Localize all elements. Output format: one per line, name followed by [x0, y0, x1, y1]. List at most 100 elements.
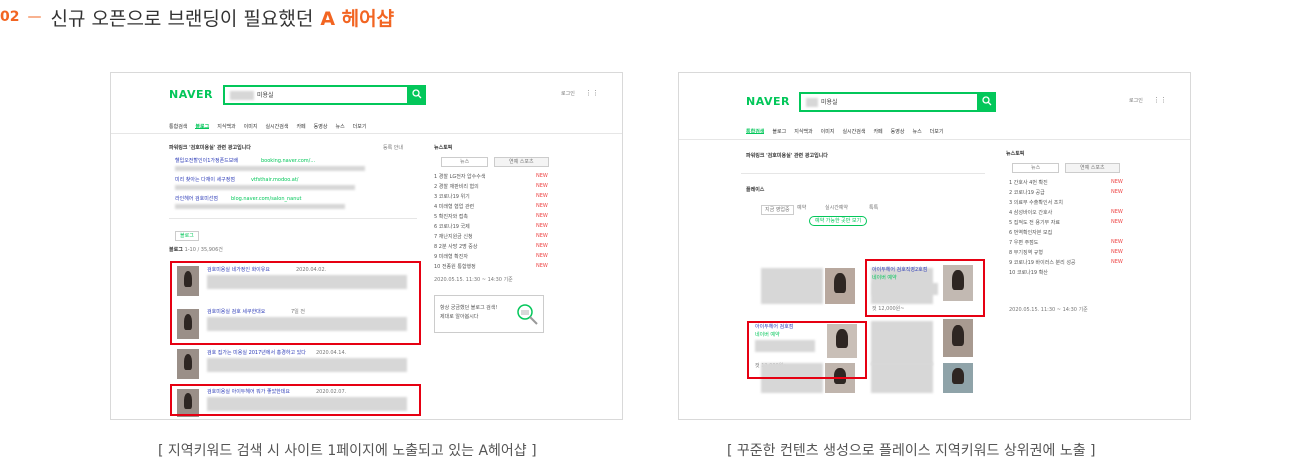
- section-dash: —: [27, 9, 42, 25]
- blog-promo[interactable]: 항상 궁금했던 블로그 검색! 제대로 알아봅시다: [434, 295, 544, 333]
- naver-logo: NAVER: [169, 88, 213, 101]
- login-link[interactable]: 로그인: [561, 91, 575, 97]
- grid-icon[interactable]: ⋮⋮: [585, 90, 599, 97]
- search-tab[interactable]: 지식백과: [217, 123, 235, 130]
- search-tab[interactable]: 더보기: [353, 123, 367, 130]
- search-tab[interactable]: 동영상: [891, 128, 905, 135]
- news-item[interactable]: 1 간호사 4번 확진: [1009, 179, 1048, 186]
- highlight-box: [747, 321, 867, 379]
- search-tab[interactable]: 뉴스: [912, 128, 921, 135]
- new-badge: NEW: [1111, 259, 1123, 265]
- news-item[interactable]: 5 확진자와 접촉: [434, 213, 468, 220]
- new-badge: NEW: [536, 263, 548, 269]
- ad-info-link[interactable]: 등록 안내: [383, 145, 403, 151]
- search-input[interactable]: 미용실: [799, 92, 979, 112]
- news-item[interactable]: 5 집적도 전 용기부 자료: [1009, 219, 1060, 226]
- search-tab[interactable]: 이미지: [821, 128, 835, 135]
- search-tab[interactable]: 통합검색: [746, 128, 765, 135]
- highlight-box: [170, 261, 421, 345]
- news-item[interactable]: 8 무기징역 규형: [1009, 249, 1043, 256]
- news-tab-ent[interactable]: 연예 스포츠: [1065, 163, 1120, 173]
- search-query: 미용실: [257, 92, 274, 99]
- highlight-box: [865, 259, 985, 317]
- new-badge: NEW: [1111, 209, 1123, 215]
- new-badge: NEW: [1111, 249, 1123, 255]
- news-item[interactable]: 7 재난지원금 신청: [434, 233, 473, 240]
- search-tab[interactable]: 블로그: [772, 128, 786, 135]
- search-tab[interactable]: 실시간검색: [265, 123, 288, 130]
- filter-realtime[interactable]: 실시간예약: [825, 205, 848, 211]
- news-item[interactable]: 1 경찰 LG전자 압수수색: [434, 173, 485, 180]
- filter-talk[interactable]: 톡톡: [869, 205, 878, 211]
- news-item[interactable]: 9 미래형 확진자: [434, 253, 468, 260]
- grid-icon[interactable]: ⋮⋮: [1153, 97, 1167, 104]
- new-badge: NEW: [1111, 239, 1123, 245]
- search-tab[interactable]: 이미지: [244, 123, 258, 130]
- news-item[interactable]: 9 코로나19 바이러스 분리 성공: [1009, 259, 1076, 266]
- caption-right: [ 꾸준한 컨텐츠 생성으로 플레이스 지역키워드 상위권에 노출 ]: [727, 443, 1096, 459]
- section-number: 02: [0, 9, 20, 25]
- search-tab[interactable]: 통합검색: [169, 123, 187, 130]
- news-item[interactable]: 10 코로나19 확산: [1009, 269, 1048, 276]
- news-item[interactable]: 2 경찰 재판비리 혐의: [434, 183, 479, 190]
- new-badge: NEW: [536, 233, 548, 239]
- search-tab[interactable]: 카페: [873, 128, 882, 135]
- search-tab[interactable]: 실시간검색: [842, 128, 865, 135]
- search-tab[interactable]: 더보기: [930, 128, 944, 135]
- news-timestamp: 2020.05.15. 11:30 ~ 14:30 기준: [434, 277, 513, 283]
- news-item[interactable]: 6 코로나19 국제: [434, 223, 470, 230]
- filter-reservation[interactable]: 예약: [797, 205, 806, 211]
- news-item[interactable]: 3 의료부 수출확인서 조치: [1009, 199, 1063, 206]
- search-icon: [412, 89, 422, 99]
- place-thumbnail[interactable]: [943, 319, 973, 357]
- news-item[interactable]: 7 우편 주점도: [1009, 239, 1038, 246]
- ad-title-1[interactable]: 헬입오전할인이1가정폰드보배: [175, 158, 238, 164]
- blog-section-tab[interactable]: 블로그: [175, 231, 199, 241]
- search-input[interactable]: 미용실: [223, 85, 409, 105]
- place-thumbnail[interactable]: [943, 363, 973, 393]
- post-title-3[interactable]: 검호 집가는 미용실 2017년에서 홍경하고 있다: [207, 350, 306, 356]
- ad-header: 파워링크 '검호미용실' 관련 광고입니다: [746, 153, 828, 159]
- promo-line-1: 항상 궁금했던 블로그 검색!: [440, 305, 498, 311]
- news-item[interactable]: 4 미래형 협업 관련: [434, 203, 474, 210]
- news-item[interactable]: 6 번역확인자본 모집: [1009, 229, 1052, 236]
- new-badge: NEW: [536, 203, 548, 209]
- news-item[interactable]: 4 삼성바이오 간호사: [1009, 209, 1052, 216]
- highlight-box: [170, 384, 421, 416]
- ad-title-2[interactable]: 미리 찾아는 다재이 세구정점: [175, 177, 235, 183]
- promo-line-2: 제대로 알아봅시다: [440, 314, 479, 320]
- filter-open-now[interactable]: 지금 영업중: [761, 205, 794, 215]
- news-item[interactable]: 8 2분 사망 2명 중상: [434, 243, 478, 250]
- ad-header: 파워링크 '검호미용실' 관련 광고입니다: [169, 145, 251, 151]
- login-link[interactable]: 로그인: [1129, 98, 1143, 104]
- search-tab[interactable]: 카페: [296, 123, 305, 130]
- search-tab[interactable]: 블로그: [195, 123, 210, 130]
- news-tab-news[interactable]: 뉴스: [441, 157, 489, 167]
- place-label: 플레이스: [746, 187, 765, 193]
- magnifier-icon: [517, 304, 538, 325]
- news-item[interactable]: 2 코로나19 공급: [1009, 189, 1045, 196]
- ad-url-1: booking.naver.com/...: [261, 158, 316, 164]
- search-button[interactable]: [978, 92, 996, 112]
- post-thumbnail[interactable]: [177, 349, 199, 379]
- search-tab[interactable]: 지식백과: [794, 128, 812, 135]
- naver-logo: NAVER: [746, 95, 790, 108]
- news-item[interactable]: 3 코로나19 위기: [434, 193, 470, 200]
- search-button[interactable]: [408, 85, 426, 105]
- search-query: 미용실: [821, 99, 838, 106]
- news-item[interactable]: 10 전종원 통합행정: [434, 263, 476, 270]
- new-badge: NEW: [1111, 179, 1123, 185]
- ad-url-3: blog.naver.com/salon_nanut: [231, 196, 302, 202]
- new-badge: NEW: [536, 173, 548, 179]
- search-tab[interactable]: 뉴스: [335, 123, 344, 130]
- news-tab-news[interactable]: 뉴스: [1012, 163, 1060, 173]
- news-tab-ent[interactable]: 연예 스포츠: [494, 157, 549, 167]
- ad-title-3[interactable]: 라인헤어 검호미선점: [175, 196, 218, 202]
- new-badge: NEW: [1111, 189, 1123, 195]
- search-tab[interactable]: 동영상: [314, 123, 328, 130]
- news-header: 뉴스토픽: [434, 145, 453, 151]
- search-tabs: 통합검색 블로그 지식백과 이미지 실시간검색 카페 동영상 뉴스 더보기: [169, 123, 374, 130]
- place-thumbnail[interactable]: [825, 268, 855, 304]
- blog-count: 블로그 1-10 / 35,906건: [169, 247, 223, 253]
- ad-url-2: vtfsthair.modoo.at/: [251, 177, 299, 183]
